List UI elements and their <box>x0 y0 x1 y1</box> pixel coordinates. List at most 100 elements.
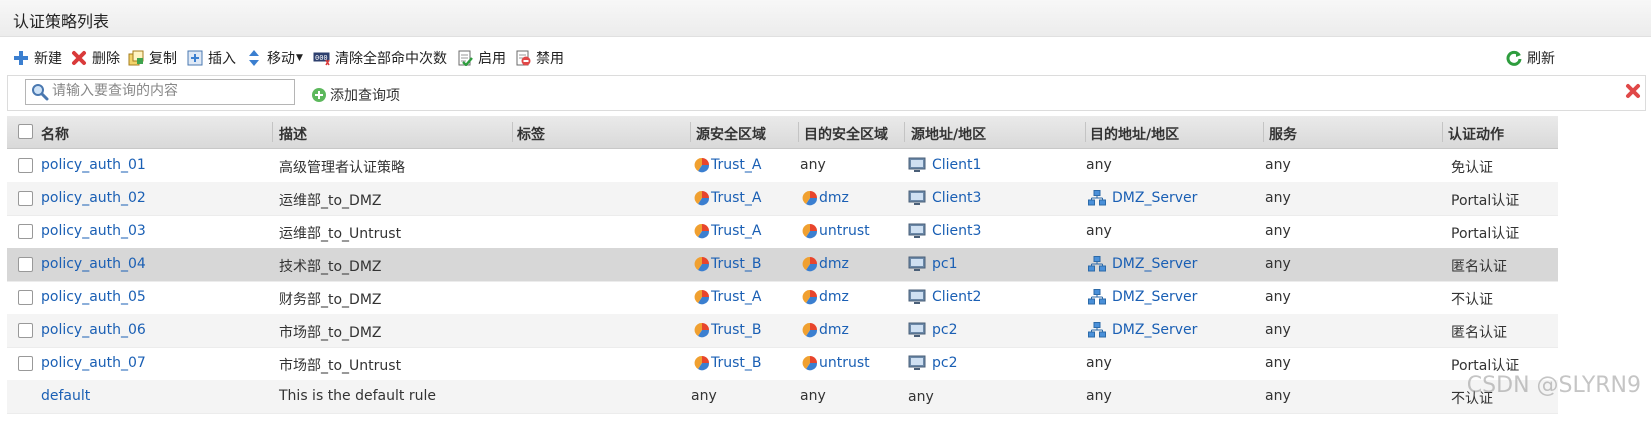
policy-name-link[interactable]: policy_auth_01 <box>41 157 146 173</box>
dst-addr[interactable]: DMZ_Server <box>1088 289 1197 305</box>
column-src-zone[interactable]: 源安全区域 <box>696 124 766 144</box>
close-filter-icon[interactable] <box>1625 83 1641 103</box>
policy-name-link[interactable]: policy_auth_07 <box>41 355 146 371</box>
table-row[interactable]: policy_auth_04 技术部_to_DMZ Trust_B dmz pc1 DMZ… <box>7 248 1558 282</box>
dst-addr-label[interactable]: DMZ_Server <box>1112 256 1197 272</box>
column-service[interactable]: 服务 <box>1269 124 1297 144</box>
row-checkbox[interactable] <box>18 158 33 173</box>
column-action[interactable]: 认证动作 <box>1448 124 1504 144</box>
dst-zone[interactable]: dmz <box>802 322 849 338</box>
src-zone[interactable]: Trust_B <box>694 322 762 338</box>
move-button[interactable]: 移动 ▼ <box>245 47 303 69</box>
row-checkbox[interactable] <box>18 323 33 338</box>
src-zone[interactable]: Trust_A <box>694 223 761 239</box>
policy-desc: 市场部_to_Untrust <box>279 358 402 374</box>
column-desc[interactable]: 描述 <box>279 124 307 144</box>
dst-addr[interactable]: DMZ_Server <box>1088 256 1197 272</box>
row-checkbox[interactable] <box>18 257 33 272</box>
dst-addr[interactable]: DMZ_Server <box>1088 190 1197 206</box>
policy-name-link[interactable]: policy_auth_03 <box>41 223 146 239</box>
table-row[interactable]: policy_auth_03 运维部_to_Untrust Trust_A untru… <box>7 215 1558 249</box>
policy-name-link[interactable]: policy_auth_02 <box>41 190 146 206</box>
add-query-label: 添加查询项 <box>330 88 400 104</box>
row-checkbox[interactable] <box>18 356 33 371</box>
dst-zone-label[interactable]: untrust <box>819 355 870 371</box>
dst-zone[interactable]: untrust <box>802 223 870 239</box>
enable-button[interactable]: 启用 <box>456 47 506 69</box>
src-addr-label[interactable]: pc2 <box>932 355 958 371</box>
column-dst-zone[interactable]: 目的安全区域 <box>804 124 888 144</box>
dst-zone[interactable]: untrust <box>802 355 870 371</box>
policy-name-link[interactable]: policy_auth_04 <box>41 256 146 272</box>
move-updown-icon <box>245 49 263 67</box>
clear-hits-button[interactable]: 000 清除全部命中次数 <box>313 47 447 69</box>
src-addr[interactable]: Client1 <box>908 157 981 173</box>
table-row[interactable]: policy_auth_06 市场部_to_DMZ Trust_B dmz pc2 DMZ… <box>7 314 1558 348</box>
disable-button[interactable]: 禁用 <box>514 47 564 69</box>
select-all-checkbox[interactable] <box>18 124 33 139</box>
src-addr[interactable]: pc2 <box>908 355 958 371</box>
src-addr-label[interactable]: Client3 <box>932 190 981 206</box>
column-dst-addr[interactable]: 目的地址/地区 <box>1090 124 1179 144</box>
delete-label: 删除 <box>92 51 120 67</box>
src-zone-label[interactable]: Trust_B <box>711 256 762 272</box>
row-checkbox[interactable] <box>18 224 33 239</box>
column-tag[interactable]: 标签 <box>517 124 545 144</box>
delete-button[interactable]: 删除 <box>70 47 120 69</box>
src-zone-label[interactable]: Trust_B <box>711 322 762 338</box>
column-src-addr[interactable]: 源地址/地区 <box>911 124 986 144</box>
auth-action: 免认证 <box>1451 160 1493 176</box>
src-zone[interactable]: Trust_B <box>694 355 762 371</box>
policy-name-link[interactable]: policy_auth_06 <box>41 322 146 338</box>
src-zone[interactable]: Trust_A <box>694 190 761 206</box>
network-icon <box>1088 190 1112 206</box>
table-row[interactable]: policy_auth_01 高级管理者认证策略 Trust_A any Client1… <box>7 149 1558 183</box>
dst-addr-label[interactable]: DMZ_Server <box>1112 190 1197 206</box>
row-checkbox[interactable] <box>18 191 33 206</box>
dst-zone[interactable]: dmz <box>802 256 849 272</box>
src-zone-label[interactable]: Trust_A <box>711 289 761 305</box>
src-addr[interactable]: pc2 <box>908 322 958 338</box>
src-addr-label[interactable]: pc1 <box>932 256 958 272</box>
src-zone[interactable]: Trust_A <box>694 157 761 173</box>
dst-zone-label[interactable]: untrust <box>819 223 870 239</box>
policy-name-link[interactable]: policy_auth_05 <box>41 289 146 305</box>
dst-zone-label[interactable]: dmz <box>819 289 849 305</box>
src-addr[interactable]: Client3 <box>908 190 981 206</box>
src-zone[interactable]: Trust_A <box>694 289 761 305</box>
new-button[interactable]: 新建 <box>12 47 62 69</box>
src-zone-label[interactable]: Trust_A <box>711 157 761 173</box>
copy-button[interactable]: 复制 <box>127 47 177 69</box>
src-zone-label[interactable]: Trust_A <box>711 223 761 239</box>
column-name[interactable]: 名称 <box>41 124 69 144</box>
table-row[interactable]: policy_auth_07 市场部_to_Untrust Trust_B untru… <box>7 347 1558 381</box>
dst-addr-label[interactable]: DMZ_Server <box>1112 289 1197 305</box>
refresh-button[interactable]: 刷新 <box>1505 47 1555 69</box>
table-row[interactable]: policy_auth_05 财务部_to_DMZ Trust_A dmz Client… <box>7 281 1558 315</box>
dst-addr[interactable]: DMZ_Server <box>1088 322 1197 338</box>
row-checkbox[interactable] <box>18 290 33 305</box>
dst-zone-label[interactable]: dmz <box>819 256 849 272</box>
policy-name-link[interactable]: default <box>41 388 90 404</box>
dst-zone[interactable]: dmz <box>802 190 849 206</box>
table-row[interactable]: policy_auth_02 运维部_to_DMZ Trust_A dmz Client… <box>7 182 1558 216</box>
zone-icon <box>694 157 711 173</box>
src-addr[interactable]: Client2 <box>908 289 981 305</box>
src-zone[interactable]: Trust_B <box>694 256 762 272</box>
dst-zone[interactable]: dmz <box>802 289 849 305</box>
src-addr-label[interactable]: Client3 <box>932 223 981 239</box>
src-addr[interactable]: Client3 <box>908 223 981 239</box>
src-addr[interactable]: pc1 <box>908 256 958 272</box>
dst-zone-label[interactable]: dmz <box>819 322 849 338</box>
dst-addr-label[interactable]: DMZ_Server <box>1112 322 1197 338</box>
add-query-button[interactable]: 添加查询项 <box>311 85 400 105</box>
src-zone-label[interactable]: Trust_B <box>711 355 762 371</box>
src-addr-label[interactable]: Client1 <box>932 157 981 173</box>
table-row[interactable]: default This is the default rule any any any… <box>7 380 1558 414</box>
src-zone-label[interactable]: Trust_A <box>711 190 761 206</box>
dst-zone-label[interactable]: dmz <box>819 190 849 206</box>
search-input[interactable] <box>52 82 288 100</box>
src-addr-label[interactable]: pc2 <box>932 322 958 338</box>
src-addr-label[interactable]: Client2 <box>932 289 981 305</box>
insert-button[interactable]: 插入 <box>186 47 236 69</box>
